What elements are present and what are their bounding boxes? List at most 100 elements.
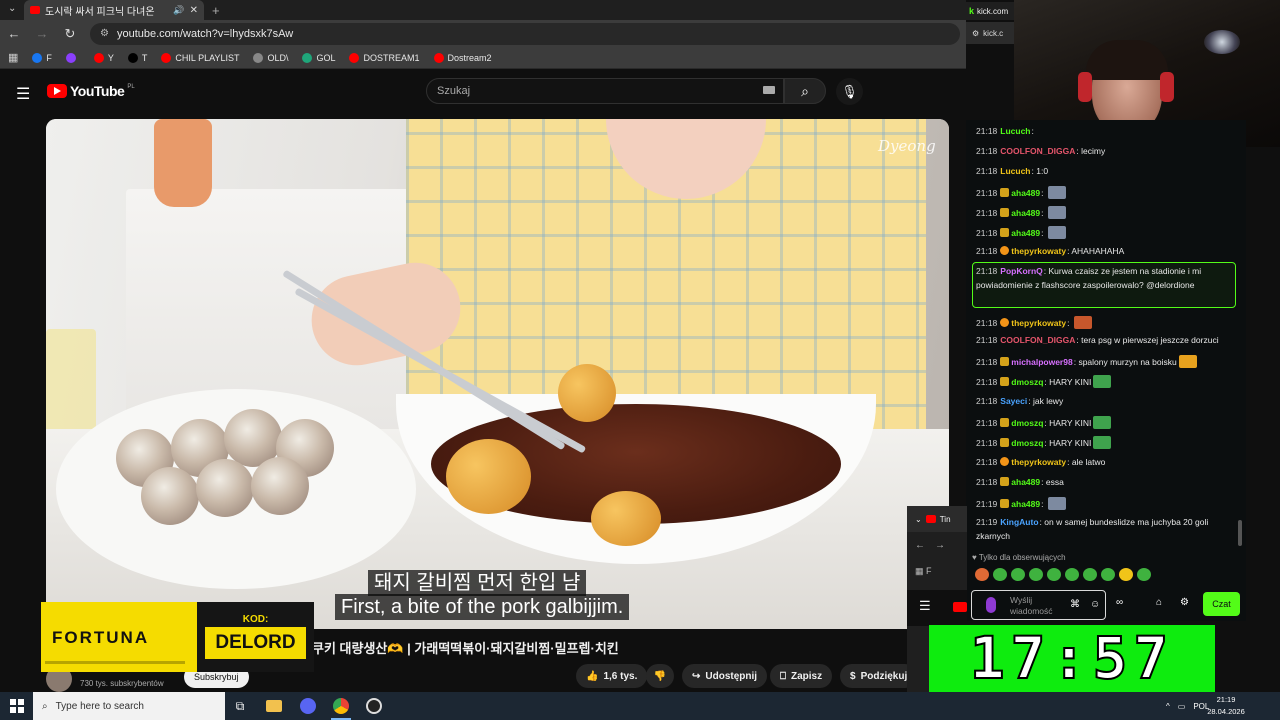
store-icon[interactable]: ⌂	[1156, 597, 1162, 608]
discord-icon[interactable]	[298, 696, 318, 716]
save-button[interactable]: ⎕ Zapisz	[770, 664, 833, 688]
emote-icon[interactable]	[1137, 568, 1151, 581]
kick-url-field[interactable]: ⚙ kick.c	[966, 22, 1016, 44]
chat-scrollbar[interactable]	[1238, 520, 1242, 546]
thanks-button[interactable]: $ Podziękuj	[840, 664, 918, 688]
tab-list-chevron-icon[interactable]: ⌄	[8, 3, 16, 14]
secondary-tab-title: Tin	[939, 514, 951, 524]
forward-button[interactable]: →	[34, 26, 50, 41]
bookmark-item[interactable]: OLD\	[253, 52, 288, 63]
emoji-icon[interactable]: ☺	[1090, 599, 1100, 610]
menu-icon[interactable]: ☰	[16, 84, 30, 104]
url-field[interactable]: ⚙ youtube.com/watch?v=lhydsxk7sAw	[90, 22, 960, 45]
obs-icon[interactable]	[364, 696, 384, 716]
chat-username[interactable]: thepyrkowaty	[1011, 457, 1066, 467]
tab-close-icon[interactable]: ✕	[190, 5, 198, 16]
chat-username[interactable]: Lucuch	[1000, 166, 1030, 176]
secondary-menu-icon[interactable]: ☰	[919, 598, 931, 614]
chat-username[interactable]: aha489	[1011, 499, 1040, 509]
chat-username[interactable]: michalpower98	[1011, 357, 1072, 367]
file-explorer-icon[interactable]	[264, 696, 284, 716]
emote-icon[interactable]	[1011, 568, 1025, 581]
points-icon[interactable]: ∞	[1116, 597, 1123, 608]
chat-username[interactable]: aha489	[1011, 228, 1040, 238]
bookmark-item[interactable]: CHIL PLAYLIST	[161, 52, 239, 63]
site-info-icon[interactable]: ⚙	[100, 28, 109, 39]
webcam-hair	[1086, 40, 1168, 80]
share-button[interactable]: ↪ Udostępnij	[682, 664, 768, 688]
bookmark-item[interactable]: Dostream2	[433, 52, 492, 63]
chat-message: zkarnych	[976, 531, 1010, 542]
back-button[interactable]: ←	[6, 26, 22, 41]
chat-username[interactable]: dmoszq	[1011, 438, 1043, 448]
chat-username[interactable]: aha489	[1011, 477, 1040, 487]
settings-gear-icon[interactable]: ⚙	[1180, 597, 1189, 608]
secondary-tab-chevron-icon[interactable]: ⌄	[915, 515, 922, 524]
country-code: PL	[127, 83, 135, 90]
taskbar-search[interactable]: ⌕ Type here to search	[33, 692, 225, 720]
chat-username[interactable]: thepyrkowaty	[1011, 318, 1066, 328]
bookmark-item[interactable]	[65, 52, 80, 63]
chat-message-input[interactable]: Wyślij wiadomość ⌘ ☺	[971, 590, 1106, 620]
task-view-icon[interactable]: ⧉	[230, 696, 250, 716]
bookmark-item[interactable]: GOL	[302, 52, 335, 63]
browser-tabbar: ⌄ 도시락 싸서 피크닉 다녀온 🔊 ✕ +	[0, 0, 966, 20]
taskbar-search-placeholder: Type here to search	[55, 700, 144, 712]
voice-search-button[interactable]: 🎙	[836, 78, 863, 105]
chat-username[interactable]: dmoszq	[1011, 377, 1043, 387]
secondary-bookmark-f[interactable]: F	[926, 566, 932, 576]
emote-icon[interactable]	[1083, 568, 1097, 581]
search-input[interactable]: Szukaj	[426, 78, 784, 104]
emote-icon[interactable]	[1029, 568, 1043, 581]
browser-tab-active[interactable]: 도시락 싸서 피크닉 다녀온 🔊 ✕	[24, 0, 204, 20]
windows-start-icon[interactable]	[10, 699, 24, 713]
bookmark-item[interactable]: T	[127, 52, 147, 63]
chat-username[interactable]: aha489	[1011, 208, 1040, 218]
secondary-nav-arrows-icon[interactable]: ←→	[915, 540, 955, 551]
kick-tab[interactable]: k kick.com	[966, 2, 1016, 20]
bookmark-item[interactable]: Y	[93, 52, 114, 63]
secondary-youtube-logo-icon[interactable]	[953, 602, 967, 612]
chat-text: Kurwa czaisz ze jestem na stadionie i mi	[1048, 266, 1202, 276]
youtube-logo[interactable]: YouTube PL	[47, 83, 135, 99]
secondary-tab[interactable]: ⌄ Tin	[907, 506, 967, 532]
bookmark-item[interactable]: DOSTREAM1	[349, 52, 420, 63]
taskbar-clock[interactable]: 21:19 28.04.2026	[1206, 694, 1246, 718]
network-icon[interactable]: ▭	[1178, 702, 1186, 711]
chat-username[interactable]: thepyrkowaty	[1011, 246, 1066, 256]
chat-username[interactable]: aha489	[1011, 188, 1040, 198]
audio-icon[interactable]: 🔊	[173, 5, 184, 16]
emote-icon[interactable]	[975, 568, 989, 581]
chat-message: 21:18 Lucuch: 1:0	[976, 166, 1048, 177]
reload-button[interactable]: ↻	[62, 26, 78, 42]
video-player[interactable]: Dyeong 돼지 갈비찜 먼저 한입 냠 First, a bite of t…	[46, 119, 949, 629]
emote-icon[interactable]	[1119, 568, 1133, 581]
dislike-button[interactable]: 👎	[646, 664, 674, 688]
chrome-icon[interactable]	[331, 696, 351, 716]
bookmark-item[interactable]: F	[32, 52, 52, 63]
chat-username[interactable]: Lucuch	[1000, 126, 1030, 136]
chat-username[interactable]: KingAuto	[1000, 517, 1038, 527]
user-badge-icon	[1000, 228, 1010, 237]
tray-chevron-icon[interactable]: ^	[1166, 702, 1170, 711]
chat-username[interactable]: COOLFON_DIGGA	[1000, 335, 1075, 345]
chat-username[interactable]: PopKornQ	[1000, 266, 1043, 276]
emote-icon[interactable]	[1047, 568, 1061, 581]
apps-grid-icon[interactable]: ▦	[8, 51, 18, 64]
new-tab-button[interactable]: +	[212, 3, 220, 18]
kick-site-info-icon[interactable]: ⚙	[972, 29, 979, 38]
like-button[interactable]: 👍 1,6 tys.	[576, 664, 648, 688]
chat-timestamp: 21:18	[976, 318, 998, 328]
chat-username[interactable]: dmoszq	[1011, 418, 1043, 428]
chat-username[interactable]: COOLFON_DIGGA	[1000, 146, 1075, 156]
bookmark-favicon-icon	[302, 52, 313, 63]
send-chat-button[interactable]: Czat	[1203, 592, 1240, 616]
user-badge-icon	[1000, 208, 1010, 217]
emote-icon[interactable]	[1101, 568, 1115, 581]
chat-username[interactable]: Sayeci	[1000, 396, 1027, 406]
keyboard-icon[interactable]	[763, 86, 775, 94]
emote-icon[interactable]	[993, 568, 1007, 581]
emote-icon[interactable]	[1065, 568, 1079, 581]
command-icon[interactable]: ⌘	[1070, 599, 1080, 610]
search-button[interactable]: ⌕	[784, 78, 826, 104]
